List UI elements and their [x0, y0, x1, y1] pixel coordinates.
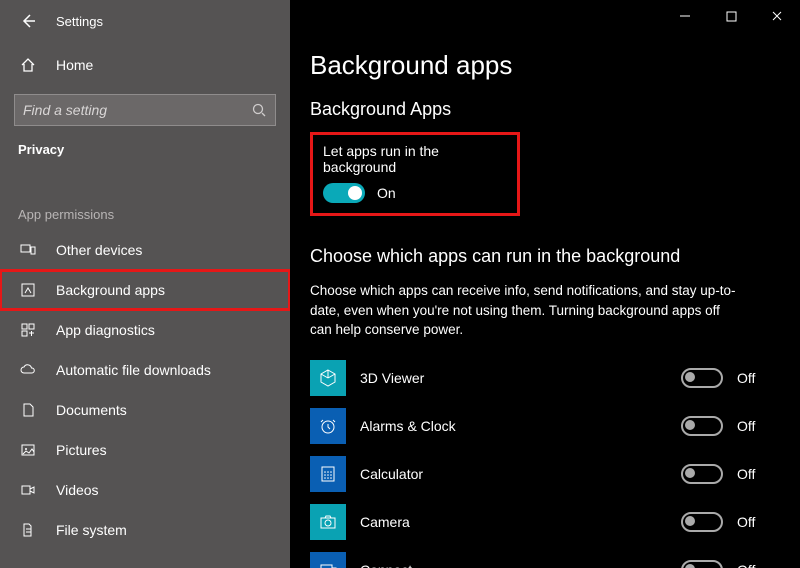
app-name: Connect — [360, 562, 681, 568]
sidebar-item-diagnostics[interactable]: App diagnostics — [0, 310, 290, 350]
app-toggle-state: Off — [737, 562, 755, 568]
master-toggle[interactable] — [323, 183, 365, 203]
sidebar-item-label: Pictures — [56, 442, 107, 458]
diagnostics-icon — [18, 322, 38, 338]
sidebar-item-label: Other devices — [56, 242, 142, 258]
app-toggle-state: Off — [737, 514, 755, 530]
choose-title: Choose which apps can run in the backgro… — [310, 246, 776, 267]
filesystem-icon — [18, 522, 38, 538]
sidebar-item-video[interactable]: Videos — [0, 470, 290, 510]
close-button[interactable] — [754, 0, 800, 32]
app-row: 3D Viewer Off — [310, 354, 776, 402]
app-icon — [310, 552, 346, 568]
maximize-button[interactable] — [708, 0, 754, 32]
app-row: Alarms & Clock Off — [310, 402, 776, 450]
video-icon — [18, 482, 38, 498]
section-privacy: Privacy — [0, 142, 290, 157]
sidebar-item-label: File system — [56, 522, 127, 538]
master-toggle-section: Let apps run in the background On — [310, 132, 520, 216]
sidebar-item-label: Automatic file downloads — [56, 362, 211, 378]
app-row: Camera Off — [310, 498, 776, 546]
app-icon — [310, 360, 346, 396]
cloud-icon — [18, 362, 38, 378]
document-icon — [18, 402, 38, 418]
app-icon — [310, 456, 346, 492]
app-toggle[interactable] — [681, 416, 723, 436]
sidebar-item-background-apps[interactable]: Background apps — [0, 270, 290, 310]
section-permissions: App permissions — [0, 207, 290, 222]
app-name: Calculator — [360, 466, 681, 482]
home-icon — [18, 57, 38, 73]
master-toggle-label: Let apps run in the background — [323, 143, 507, 175]
sidebar-item-other-devices[interactable]: Other devices — [0, 230, 290, 270]
sidebar-item-label: App diagnostics — [56, 322, 155, 338]
app-toggle[interactable] — [681, 560, 723, 568]
app-toggle[interactable] — [681, 368, 723, 388]
sidebar-item-picture[interactable]: Pictures — [0, 430, 290, 470]
app-name: 3D Viewer — [360, 370, 681, 386]
choose-description: Choose which apps can receive info, send… — [310, 281, 740, 340]
app-toggle-state: Off — [737, 418, 755, 434]
sidebar-item-filesystem[interactable]: File system — [0, 510, 290, 550]
app-row: Calculator Off — [310, 450, 776, 498]
background-apps-icon — [18, 282, 38, 298]
picture-icon — [18, 442, 38, 458]
home-label: Home — [56, 57, 93, 73]
sidebar-item-label: Documents — [56, 402, 127, 418]
page-title: Background apps — [310, 50, 776, 81]
minimize-button[interactable] — [662, 0, 708, 32]
app-icon — [310, 504, 346, 540]
sidebar-item-cloud[interactable]: Automatic file downloads — [0, 350, 290, 390]
app-name: Camera — [360, 514, 681, 530]
app-name: Alarms & Clock — [360, 418, 681, 434]
app-icon — [310, 408, 346, 444]
sidebar-item-document[interactable]: Documents — [0, 390, 290, 430]
other-devices-icon — [18, 242, 38, 258]
app-toggle[interactable] — [681, 464, 723, 484]
app-toggle[interactable] — [681, 512, 723, 532]
search-input[interactable] — [23, 102, 251, 118]
search-box[interactable] — [14, 94, 276, 126]
app-toggle-state: Off — [737, 466, 755, 482]
app-row: Connect Off — [310, 546, 776, 568]
search-icon — [251, 102, 267, 118]
app-toggle-state: Off — [737, 370, 755, 386]
back-button[interactable] — [14, 7, 42, 35]
sidebar-item-label: Background apps — [56, 282, 165, 298]
master-toggle-state: On — [377, 185, 396, 201]
sidebar-item-label: Videos — [56, 482, 99, 498]
home-nav[interactable]: Home — [0, 46, 290, 84]
master-subtitle: Background Apps — [310, 99, 776, 120]
app-title: Settings — [56, 14, 103, 29]
